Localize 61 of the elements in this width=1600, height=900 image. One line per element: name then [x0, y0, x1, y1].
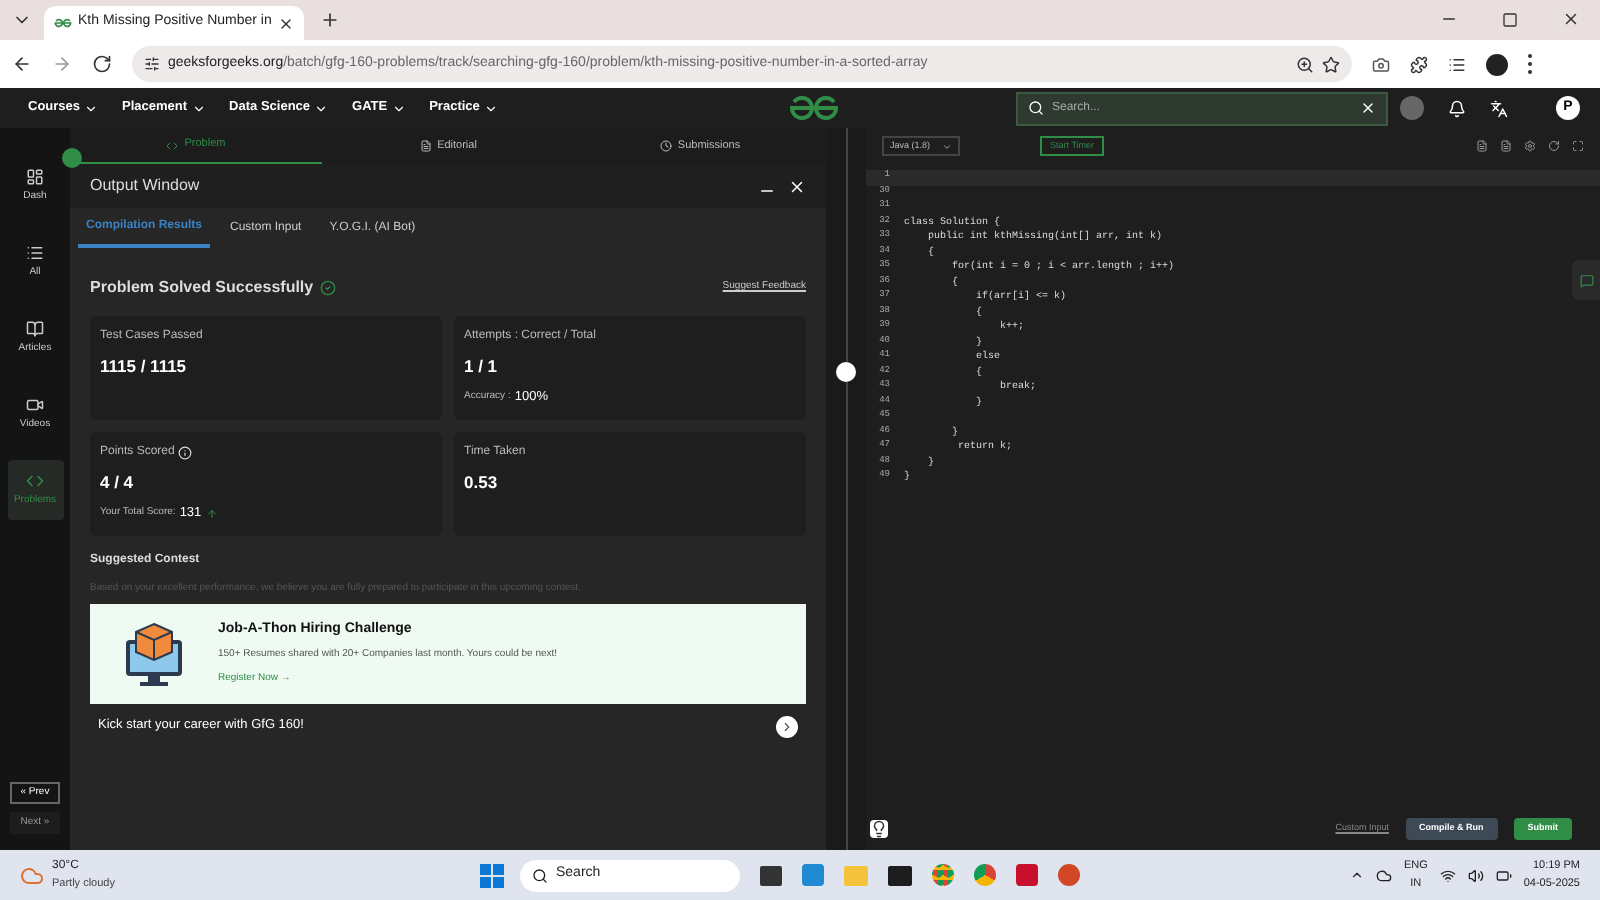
translate-icon[interactable] [1490, 99, 1508, 117]
maximize-icon[interactable] [1502, 12, 1518, 28]
site-logo-icon[interactable] [788, 96, 840, 120]
resize-handle[interactable] [836, 362, 856, 382]
stat-value: 1115 / 1115 [100, 354, 189, 380]
chevron-down-icon [191, 101, 206, 115]
tab-icon [166, 139, 179, 151]
copy-icon[interactable] [1476, 140, 1488, 152]
back-icon[interactable] [12, 54, 32, 74]
chevron-down-icon [314, 101, 329, 115]
sidebar-icon [26, 319, 44, 338]
file-icon[interactable] [1500, 140, 1512, 152]
chat-button[interactable] [1572, 260, 1600, 300]
sidebar-icon [26, 395, 44, 414]
chat-icon [1579, 273, 1593, 287]
stat-value: 4 / 4 [100, 470, 136, 496]
tab-icon [659, 140, 672, 152]
cloud-icon[interactable] [1375, 867, 1392, 883]
site-favicon-icon [54, 18, 72, 28]
info-icon[interactable] [178, 446, 193, 460]
zoom-icon[interactable] [1296, 55, 1314, 73]
bell-icon[interactable] [1448, 99, 1466, 117]
chevron-down-icon [84, 101, 99, 115]
extensions-icon[interactable] [1410, 55, 1428, 73]
hint-bulb-icon[interactable] [870, 819, 888, 837]
search-icon [1028, 100, 1044, 116]
site-info-icon[interactable] [144, 56, 160, 72]
battery-icon[interactable] [1495, 867, 1512, 883]
weather-icon[interactable] [20, 863, 44, 887]
sidebar-icon [26, 243, 44, 262]
volume-icon[interactable] [1467, 867, 1484, 883]
chevron-right-icon [780, 719, 794, 733]
sidebar-icon [26, 167, 44, 186]
stat-value: 1 / 1 [464, 354, 500, 380]
sidebar-icon [26, 471, 44, 490]
settings-icon[interactable] [1524, 140, 1536, 152]
chevron-down-icon [483, 101, 498, 115]
wifi-icon[interactable] [1439, 867, 1456, 883]
computer-box-icon [122, 619, 186, 687]
close-icon[interactable] [278, 15, 294, 31]
menu-icon[interactable] [1528, 54, 1534, 74]
profile-avatar[interactable] [1486, 53, 1508, 75]
reload-icon[interactable] [92, 54, 112, 74]
close-icon[interactable] [1562, 10, 1580, 28]
stat-value: 0.53 [464, 470, 500, 496]
new-tab-icon[interactable] [320, 10, 340, 30]
chevron-down-icon [391, 101, 406, 115]
chevron-down-icon [942, 141, 953, 151]
next-arrow-button[interactable] [776, 715, 798, 737]
window-title: Output Window [90, 174, 200, 198]
start-icon[interactable] [480, 863, 504, 887]
clear-icon[interactable] [1360, 100, 1376, 116]
tab-icon [419, 140, 432, 152]
camera-icon[interactable] [1372, 55, 1390, 73]
reset-icon[interactable] [1548, 140, 1560, 152]
forward-icon[interactable] [52, 54, 72, 74]
status-heading: Problem Solved Successfully [90, 276, 314, 300]
tray-overflow-icon[interactable] [1349, 868, 1364, 882]
check-icon [319, 280, 336, 296]
search-icon [532, 867, 548, 883]
bookmark-star-icon[interactable] [1322, 55, 1340, 73]
